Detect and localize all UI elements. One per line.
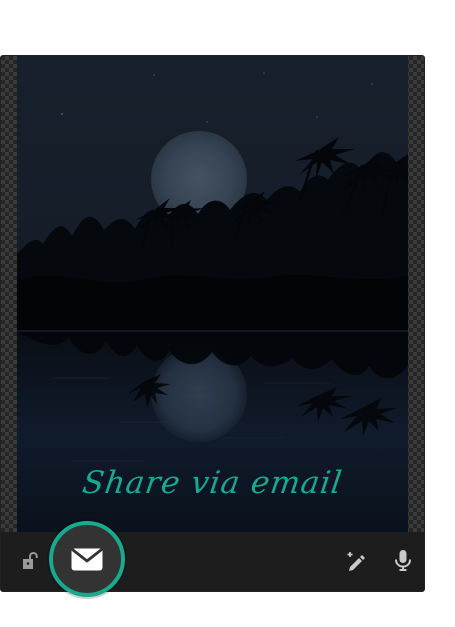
toolbar-actions	[342, 547, 416, 574]
photo-canvas: Share via email	[1, 56, 424, 532]
share-via-email-caption: Share via email	[80, 465, 345, 501]
share-preview-screen: Share via email	[0, 55, 425, 592]
app-root: Share via email	[0, 0, 455, 627]
magic-pen-icon	[345, 550, 367, 572]
mail-icon	[70, 547, 104, 572]
voice-input-button[interactable]	[389, 547, 416, 574]
lock-open-icon	[20, 552, 40, 570]
email-share-button[interactable]	[49, 521, 125, 597]
magic-edit-button[interactable]	[342, 547, 369, 574]
microphone-icon	[394, 549, 412, 572]
unlock-button[interactable]	[16, 547, 44, 575]
